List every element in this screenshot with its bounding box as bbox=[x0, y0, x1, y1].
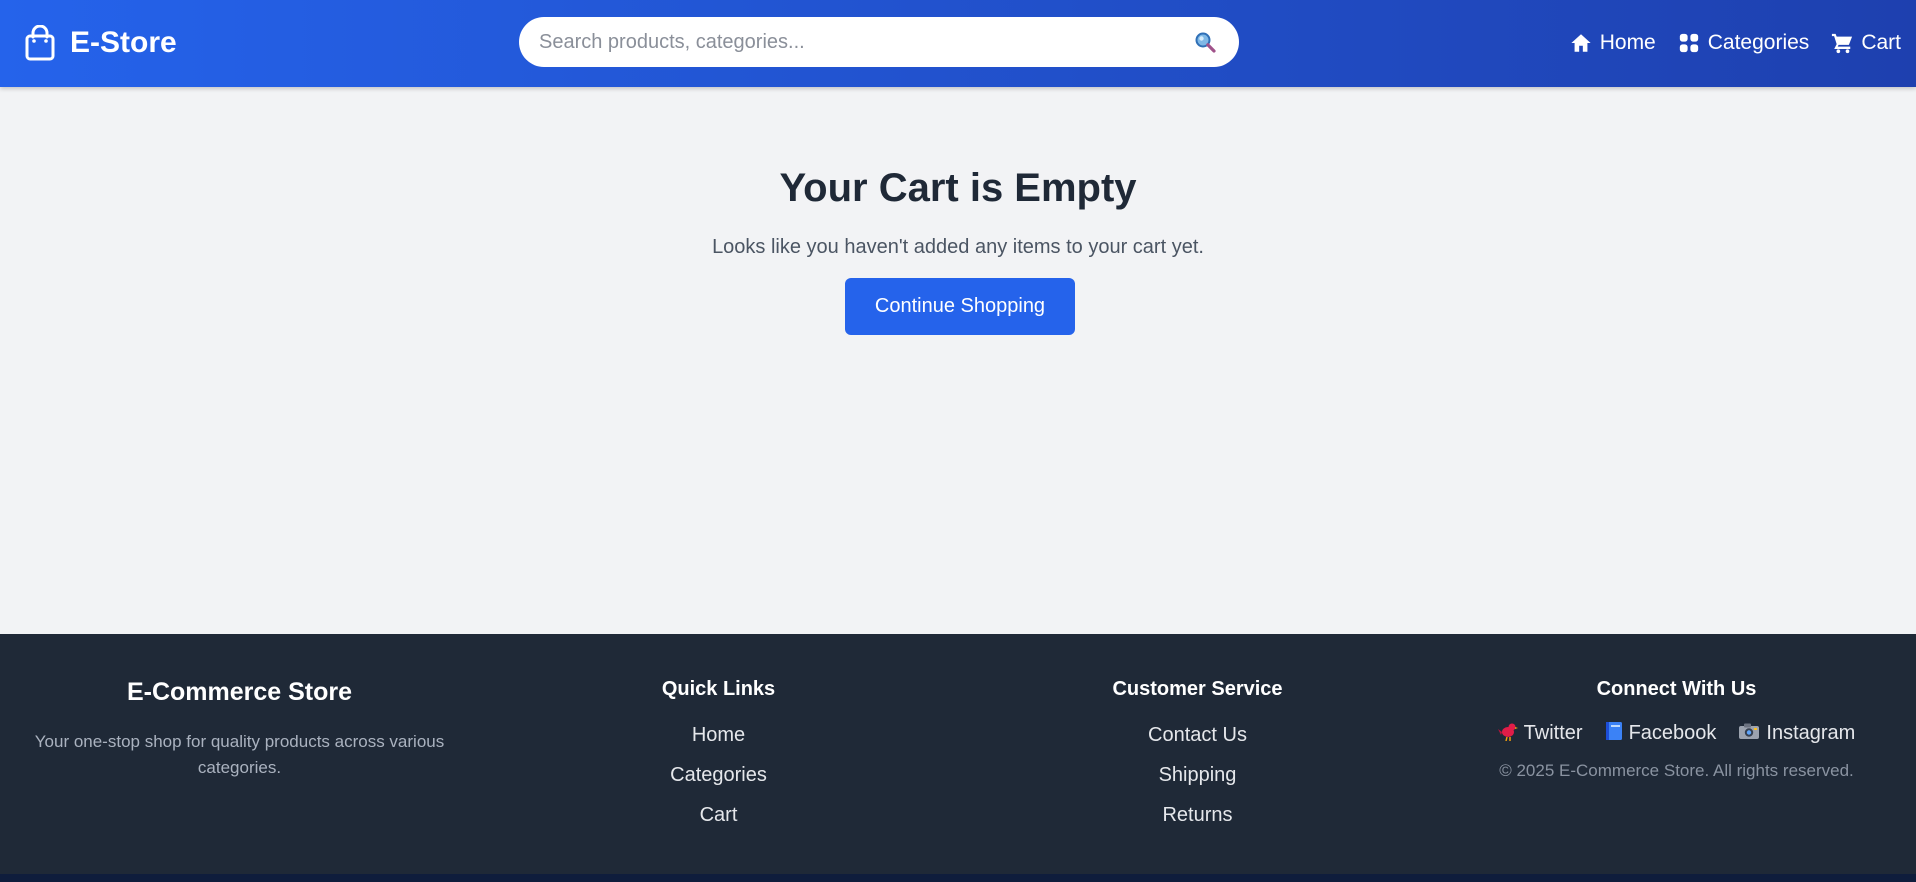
book-icon bbox=[1605, 721, 1623, 746]
footer-connect-column: Connect With Us Twitter Facebook Instagr… bbox=[1437, 634, 1916, 781]
camera-icon bbox=[1738, 722, 1760, 745]
social-link-instagram[interactable]: Instagram bbox=[1738, 713, 1855, 753]
copyright-text: © 2025 E-Commerce Store. All rights rese… bbox=[1499, 761, 1854, 780]
search-bar bbox=[519, 17, 1239, 67]
site-footer: E-Commerce Store Your one-stop shop for … bbox=[0, 634, 1916, 874]
search-input[interactable] bbox=[539, 30, 1191, 54]
empty-cart-title: Your Cart is Empty bbox=[779, 166, 1137, 210]
main-nav: Home Categories Cart bbox=[1570, 27, 1901, 59]
social-label-instagram: Instagram bbox=[1766, 721, 1856, 744]
footer-link-home[interactable]: Home bbox=[479, 715, 958, 755]
social-links: Twitter Facebook Instagram bbox=[1437, 713, 1916, 753]
footer-link-categories[interactable]: Categories bbox=[479, 755, 958, 795]
store-logo[interactable]: E-Store bbox=[24, 22, 177, 64]
footer-customer-service-column: Customer Service Contact Us Shipping Ret… bbox=[958, 634, 1437, 835]
nav-categories[interactable]: Categories bbox=[1678, 31, 1810, 55]
social-label-twitter: Twitter bbox=[1523, 721, 1583, 744]
nav-categories-label: Categories bbox=[1707, 31, 1810, 54]
footer-brand-description: Your one-stop shop for quality products … bbox=[34, 732, 445, 777]
shopping-bag-icon bbox=[25, 25, 55, 61]
home-icon bbox=[1571, 34, 1591, 52]
nav-home[interactable]: Home bbox=[1570, 31, 1656, 55]
social-link-facebook[interactable]: Facebook bbox=[1605, 713, 1717, 753]
nav-cart[interactable]: Cart bbox=[1831, 31, 1901, 55]
nav-cart-label: Cart bbox=[1861, 31, 1901, 54]
footer-link-contact-us[interactable]: Contact Us bbox=[958, 715, 1437, 755]
search-button[interactable] bbox=[1191, 28, 1219, 56]
logo-text: E-Store bbox=[70, 26, 177, 59]
bird-icon bbox=[1497, 721, 1518, 746]
footer-brand-title: E-Commerce Store bbox=[126, 678, 353, 706]
customer-service-heading: Customer Service bbox=[1112, 678, 1283, 700]
continue-shopping-button[interactable]: Continue Shopping bbox=[845, 278, 1075, 335]
footer-quick-links-column: Quick Links Home Categories Cart bbox=[479, 634, 958, 835]
top-navbar: E-Store Home Categories bbox=[0, 0, 1916, 87]
grid-icon bbox=[1679, 33, 1698, 53]
empty-cart-message: Looks like you haven't added any items t… bbox=[712, 236, 1204, 258]
footer-link-returns[interactable]: Returns bbox=[958, 795, 1437, 835]
footer-link-shipping[interactable]: Shipping bbox=[958, 755, 1437, 795]
social-label-facebook: Facebook bbox=[1628, 721, 1717, 744]
search-icon bbox=[1195, 32, 1216, 53]
footer-link-cart[interactable]: Cart bbox=[479, 795, 958, 835]
quick-links-heading: Quick Links bbox=[661, 678, 776, 700]
social-link-twitter[interactable]: Twitter bbox=[1497, 713, 1583, 753]
footer-brand-column: E-Commerce Store Your one-stop shop for … bbox=[0, 634, 479, 781]
nav-home-label: Home bbox=[1599, 31, 1656, 54]
footer-bottom-strip bbox=[0, 874, 1916, 882]
connect-heading: Connect With Us bbox=[1596, 678, 1757, 700]
cart-icon bbox=[1832, 33, 1853, 54]
